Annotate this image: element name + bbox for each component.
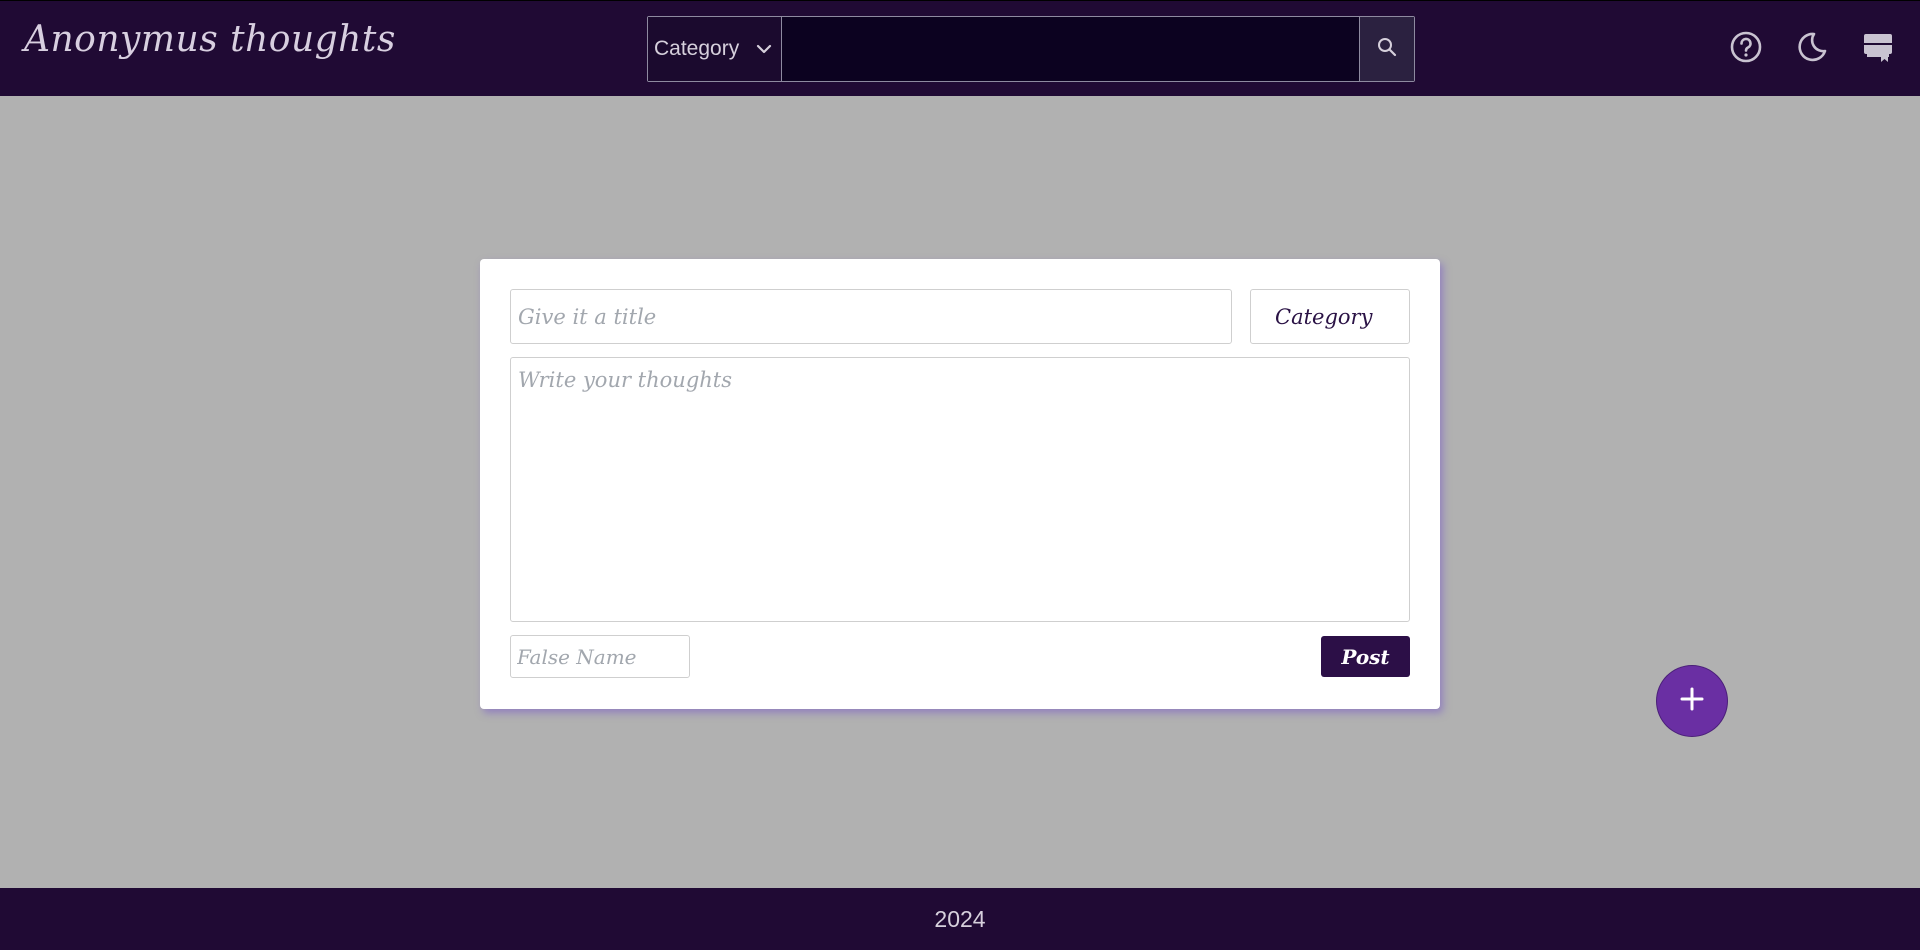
footer: 2024 — [0, 888, 1920, 950]
post-button[interactable]: Post — [1321, 636, 1410, 677]
top-navbar: Anonymus thoughts Category — [0, 0, 1920, 96]
dark-mode-toggle[interactable] — [1794, 31, 1830, 67]
search-category-dropdown[interactable]: Category — [648, 17, 782, 81]
search-icon — [1376, 36, 1398, 62]
post-body-textarea[interactable] — [510, 357, 1410, 622]
header-actions — [1728, 31, 1920, 67]
brand-logo[interactable]: Anonymus thoughts — [24, 19, 396, 60]
search-category-label: Category — [654, 37, 740, 60]
chevron-down-icon — [755, 40, 773, 58]
search-button[interactable] — [1359, 17, 1414, 81]
plus-icon — [1677, 684, 1707, 718]
help-icon — [1729, 30, 1763, 68]
help-button[interactable] — [1728, 31, 1764, 67]
post-category-dropdown[interactable]: Category — [1250, 289, 1410, 344]
search-input[interactable] — [782, 17, 1359, 81]
footer-year: 2024 — [934, 905, 986, 932]
false-name-input[interactable] — [510, 635, 690, 678]
moon-icon — [1795, 30, 1829, 68]
saved-posts-button[interactable] — [1860, 31, 1896, 67]
search-bar: Category — [647, 16, 1415, 82]
bookmark-icon — [1861, 30, 1895, 68]
post-title-input[interactable] — [510, 289, 1232, 344]
add-post-button[interactable] — [1657, 666, 1727, 736]
post-composer-card: Category Post — [480, 259, 1440, 709]
